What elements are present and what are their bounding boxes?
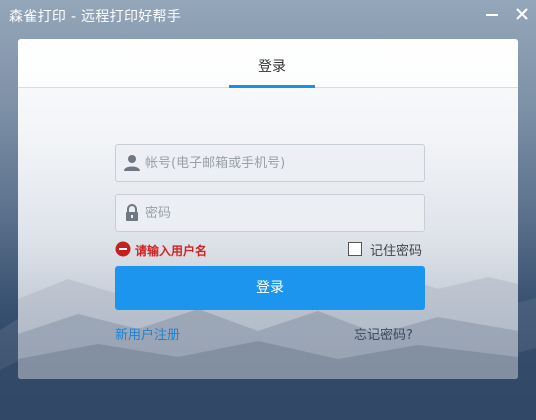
tab-active-indicator [229, 85, 315, 88]
error-text: 请输入用户名 [135, 244, 208, 258]
login-panel: 登录 请输入用户名 记住密码 登录 新用户注册 忘记密码? [18, 39, 518, 379]
window-title: 森雀打印 - 远程打印好帮手 [9, 9, 182, 25]
login-button[interactable]: 登录 [115, 266, 425, 310]
minimize-icon [486, 14, 498, 16]
lock-icon [126, 204, 138, 221]
register-link[interactable]: 新用户注册 [115, 324, 180, 343]
close-icon [516, 8, 528, 20]
remember-label: 记住密码 [370, 244, 423, 259]
minimize-button[interactable] [480, 4, 504, 26]
title-bar: 森雀打印 - 远程打印好帮手 [0, 0, 536, 32]
error-icon [115, 241, 131, 257]
user-icon [124, 155, 140, 171]
password-input[interactable] [145, 195, 415, 231]
remember-checkbox[interactable] [348, 242, 362, 256]
username-field[interactable] [115, 144, 425, 182]
password-field[interactable] [115, 194, 425, 232]
tab-login-label: 登录 [258, 59, 286, 75]
forgot-password-link[interactable]: 忘记密码? [354, 324, 413, 343]
close-button[interactable] [510, 4, 534, 26]
tab-bar: 登录 [18, 39, 518, 88]
username-input[interactable] [145, 145, 415, 181]
tab-login[interactable]: 登录 [229, 39, 315, 88]
